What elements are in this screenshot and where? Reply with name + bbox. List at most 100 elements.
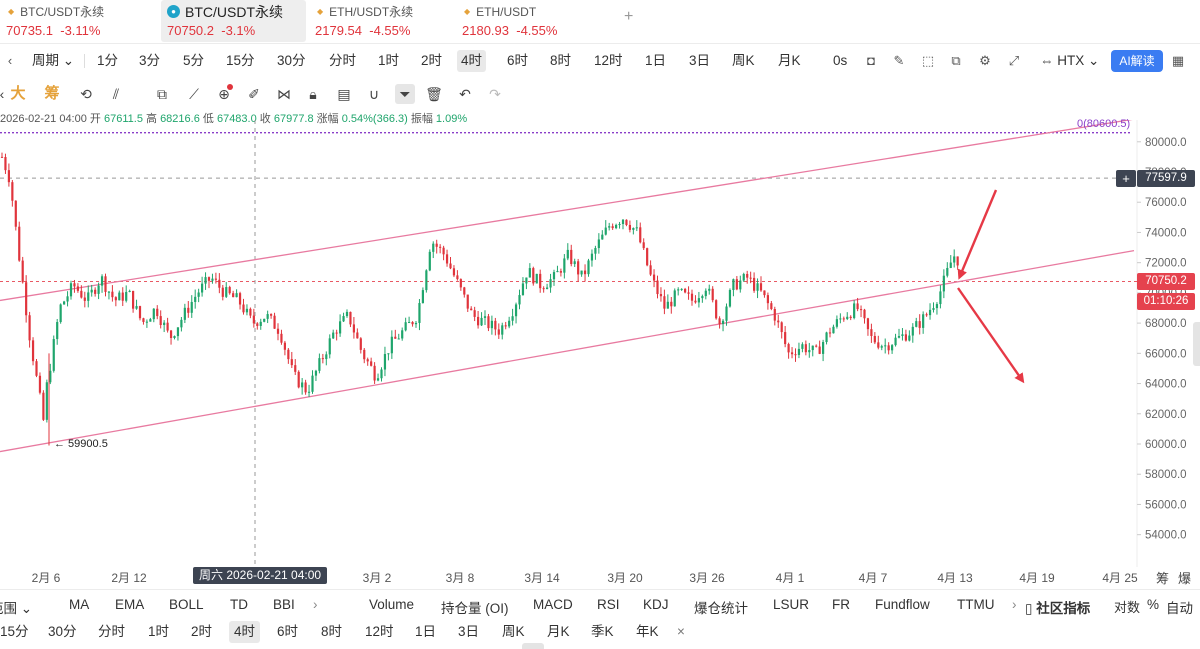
redo-icon[interactable]: ↷ — [485, 84, 505, 104]
grid-menu-icon[interactable]: ▦ — [1168, 51, 1188, 71]
gear-icon[interactable]: ⚙ — [975, 51, 995, 71]
interval-15[interactable]: 月K — [774, 50, 805, 72]
interval-6[interactable]: 1时 — [374, 50, 403, 72]
indicator-rsi[interactable]: RSI — [597, 597, 620, 612]
interval-14[interactable]: 周K — [728, 50, 759, 72]
panel-resize-handle[interactable] — [522, 643, 544, 649]
period-7[interactable]: 8时 — [316, 621, 347, 643]
chevron-down-icon: ⌄ — [20, 601, 33, 616]
interval-3[interactable]: 15分 — [222, 50, 259, 72]
period-6[interactable]: 6时 — [272, 621, 303, 643]
interval-13[interactable]: 3日 — [685, 50, 714, 72]
chips-tool[interactable]: 筹 — [42, 84, 62, 104]
add-tab-button[interactable]: + — [624, 8, 633, 26]
chevron-left-icon[interactable]: ‹ — [0, 51, 20, 71]
period-11[interactable]: 周K — [497, 621, 530, 643]
market-tab-btc-perp-1[interactable]: ◆ BTC/USDT永续 70735.1 -3.11% — [0, 0, 150, 42]
indicator-oi[interactable]: 持仓量 (OI) — [441, 597, 509, 617]
period-13[interactable]: 季K — [586, 621, 619, 643]
candlestick-chart[interactable]: 54000.0 56000.0 58000.0 60000.0 62000.0 64000… — [0, 120, 1200, 567]
candle-body — [411, 322, 414, 325]
brush-icon[interactable]: ✐ — [244, 84, 264, 104]
indicator-macd[interactable]: MACD — [533, 597, 573, 612]
community-indicators[interactable]: ▯ 社区指标 — [1025, 597, 1090, 617]
indicator-boll[interactable]: BOLL — [169, 597, 204, 612]
side-panel-handle[interactable] — [1193, 322, 1200, 366]
interval-0[interactable]: 1分 — [93, 50, 122, 72]
period-5[interactable]: 4时 — [229, 621, 261, 643]
liquidation-toggle[interactable]: 爆 — [1178, 568, 1191, 587]
close-icon[interactable]: × — [672, 621, 690, 643]
ai-analysis-button[interactable]: AI解读 — [1111, 50, 1163, 72]
percent-scale-toggle[interactable]: % — [1147, 597, 1159, 612]
interval-5[interactable]: 分时 — [325, 50, 360, 72]
indicator-tool-icon[interactable]: ⫽ — [106, 84, 126, 104]
undo-icon[interactable]: ↶ — [455, 84, 475, 104]
copy-shape-icon[interactable]: ⧉ — [152, 84, 172, 104]
replay-icon[interactable]: ⟲ — [76, 84, 96, 104]
interval-12[interactable]: 1日 — [641, 50, 670, 72]
indicator-td[interactable]: TD — [230, 597, 248, 612]
period-2[interactable]: 分时 — [93, 621, 130, 643]
market-tab-btc-perp-active[interactable]: ● BTC/USDT永续 70750.2 -3.1% — [161, 0, 306, 42]
market-tab-eth-spot[interactable]: ◆ ETH/USDT 2180.93 -4.55% — [456, 0, 601, 42]
period-1[interactable]: 30分 — [43, 621, 82, 643]
chevron-right-icon[interactable]: › — [313, 597, 318, 612]
candle-body — [777, 320, 780, 323]
interval-2[interactable]: 5分 — [179, 50, 208, 72]
interval-11[interactable]: 12时 — [590, 50, 627, 72]
indicator-volume[interactable]: Volume — [369, 597, 414, 612]
interval-4[interactable]: 30分 — [273, 50, 310, 72]
ruler-icon[interactable]: ⟋ — [184, 84, 204, 104]
indicator-liquidation[interactable]: 爆仓统计 — [694, 597, 748, 617]
indicator-ema[interactable]: EMA — [115, 597, 144, 612]
period-14[interactable]: 年K — [631, 621, 664, 643]
candle-body — [556, 271, 559, 273]
template-icon[interactable]: ▤ — [334, 84, 354, 104]
filter-icon[interactable]: ⏷ — [395, 84, 415, 104]
pattern-icon[interactable]: ⋈ — [274, 84, 294, 104]
indicator-ttmu[interactable]: TTMU — [957, 597, 995, 612]
period-3[interactable]: 1时 — [143, 621, 174, 643]
auto-scale-toggle[interactable]: 自动 — [1166, 597, 1193, 617]
log-scale-toggle[interactable]: 对数 — [1114, 597, 1140, 616]
market-tab-eth-perp[interactable]: ◆ ETH/USDT永续 2179.54 -4.55% — [309, 0, 454, 42]
chips-toggle[interactable]: 筹 — [1156, 568, 1169, 587]
period-dropdown[interactable]: 周期 ⌄ — [28, 50, 78, 72]
chevron-right-icon[interactable]: › — [1012, 597, 1017, 612]
countdown-setting[interactable]: 0s — [829, 50, 851, 72]
candle-body — [939, 291, 942, 305]
candle-body — [873, 335, 876, 343]
indicator-fr[interactable]: FR — [832, 597, 850, 612]
fullscreen-icon[interactable]: ⤢ — [1004, 51, 1024, 71]
magnet-icon[interactable]: ∪ — [364, 84, 384, 104]
indicator-ma[interactable]: MA — [69, 597, 89, 612]
period-10[interactable]: 3日 — [453, 621, 484, 643]
indicator-bbi[interactable]: BBI — [273, 597, 295, 612]
big-text-tool[interactable]: 大 — [8, 84, 28, 104]
bottom-period-bar: 15分 30分 分时 1时 2时 4时 6时 8时 12时 1日 3日 周K 月K 季K 年K × — [0, 619, 1200, 645]
interval-1[interactable]: 3分 — [135, 50, 164, 72]
exchange-dropdown[interactable]: ⇔ HTX ⌄ — [1036, 50, 1103, 72]
candle-body — [31, 340, 35, 362]
layout-icon[interactable]: ⬚ — [918, 51, 938, 71]
range-dropdown[interactable]: 范围 ⌄ — [0, 597, 32, 617]
period-9[interactable]: 1日 — [410, 621, 441, 643]
copy-icon[interactable]: ⧉ — [946, 51, 966, 71]
period-8[interactable]: 12时 — [360, 621, 399, 643]
interval-10[interactable]: 8时 — [546, 50, 575, 72]
period-0[interactable]: 15分 — [0, 621, 34, 643]
lock-icon[interactable]: 🔒︎ — [303, 84, 323, 104]
interval-7[interactable]: 2时 — [417, 50, 446, 72]
indicator-lsur[interactable]: LSUR — [773, 597, 809, 612]
period-4[interactable]: 2时 — [186, 621, 217, 643]
indicator-kdj[interactable]: KDJ — [643, 597, 669, 612]
interval-8[interactable]: 4时 — [457, 50, 487, 72]
indicator-fundflow[interactable]: Fundflow — [875, 597, 930, 612]
interval-9[interactable]: 6时 — [503, 50, 532, 72]
pen-icon[interactable]: ✎ — [889, 51, 909, 71]
trash-icon[interactable]: 🗑︎ — [424, 84, 444, 104]
add-alert-button[interactable]: + — [1116, 170, 1136, 187]
camera-icon[interactable]: ◘ — [861, 51, 881, 71]
period-12[interactable]: 月K — [542, 621, 575, 643]
